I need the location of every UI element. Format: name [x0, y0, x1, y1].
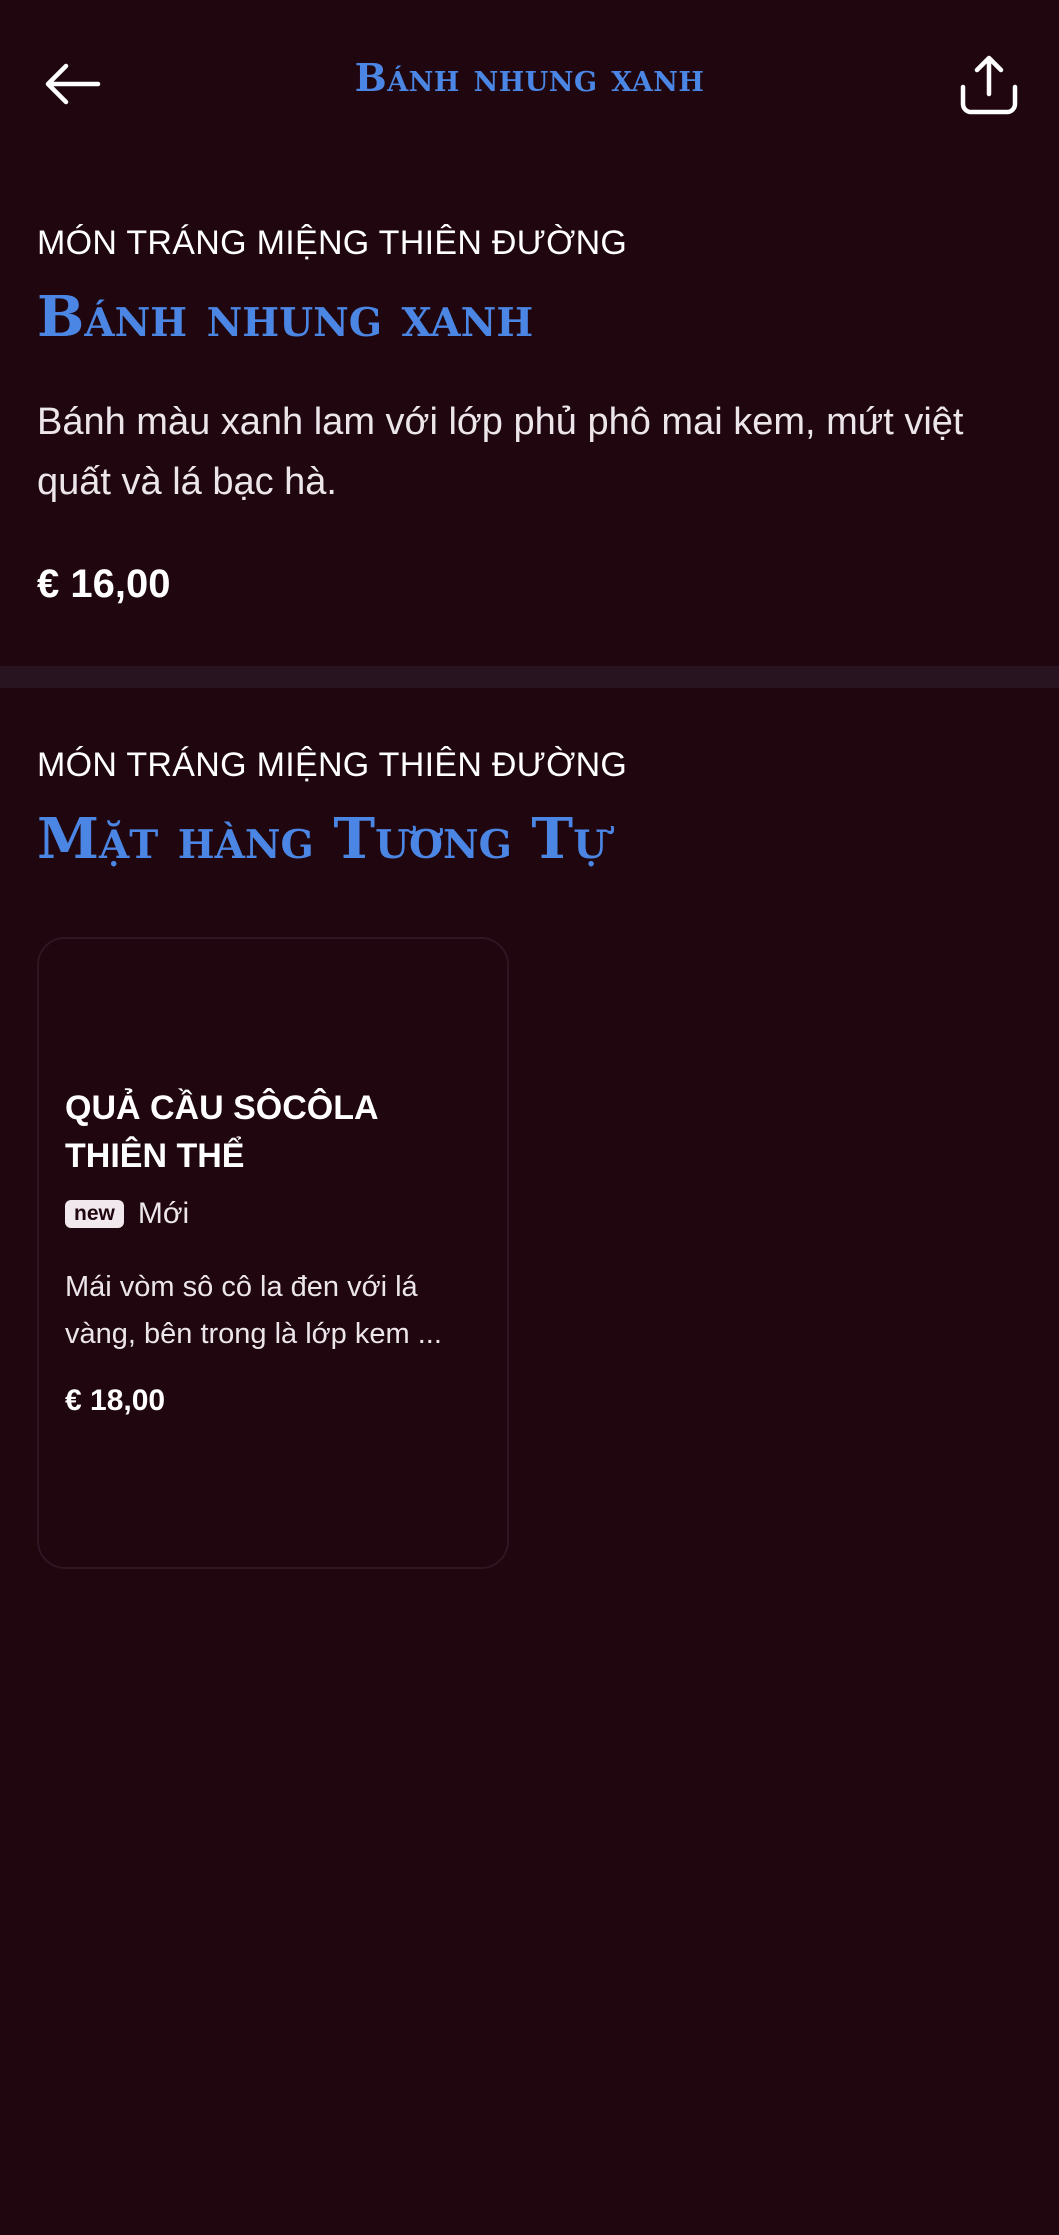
share-icon — [960, 55, 1018, 115]
similar-category: MÓN TRÁNG MIỆNG THIÊN ĐƯỜNG — [37, 746, 628, 784]
top-bar: Bánh nhung xanh — [0, 0, 1059, 166]
product-name: Bánh nhung xanh — [37, 284, 534, 350]
product-description: Bánh màu xanh lam với lớp phủ phô mai ke… — [37, 401, 964, 503]
product-category: MÓN TRÁNG MIỆNG THIÊN ĐƯỜNG — [37, 224, 628, 262]
similar-item-price: € 18,00 — [65, 1384, 166, 1417]
new-badge-label: Mới — [137, 1197, 190, 1230]
similar-item-description: Mái vòm sô cô la đen với lá vàng, bên tr… — [65, 1271, 442, 1350]
similar-item-name: QUẢ CẦU SÔCÔLA THIÊN THỂ — [65, 1089, 378, 1175]
product-detail-section: MÓN TRÁNG MIỆNG THIÊN ĐƯỜNG Bánh nhung x… — [0, 166, 1059, 666]
similar-title: Mặt hàng Tương Tự — [37, 806, 608, 872]
similar-item-badge-row: new Mới — [65, 1197, 189, 1231]
new-badge: new — [65, 1200, 124, 1228]
header-title: Bánh nhung xanh — [354, 55, 705, 100]
product-price: € 16,00 — [37, 562, 171, 606]
share-button[interactable] — [957, 50, 1021, 120]
similar-item-card[interactable]: QUẢ CẦU SÔCÔLA THIÊN THỂ new Mới Mái vòm… — [37, 937, 509, 1569]
section-divider — [0, 666, 1059, 688]
